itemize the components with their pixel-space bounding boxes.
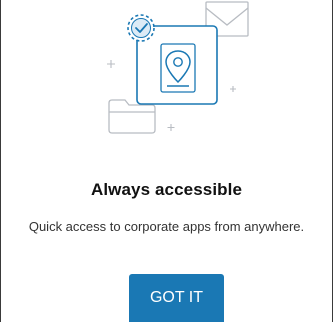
check-badge-icon bbox=[127, 14, 155, 42]
onboarding-screen: Always accessible Quick access to corpor… bbox=[0, 0, 333, 322]
got-it-button[interactable]: GOT IT bbox=[129, 274, 224, 322]
page-subtitle: Quick access to corporate apps from anyw… bbox=[28, 219, 305, 234]
page-title: Always accessible bbox=[90, 180, 243, 199]
folder-icon bbox=[108, 99, 156, 134]
accessibility-illustration bbox=[107, 1, 249, 134]
